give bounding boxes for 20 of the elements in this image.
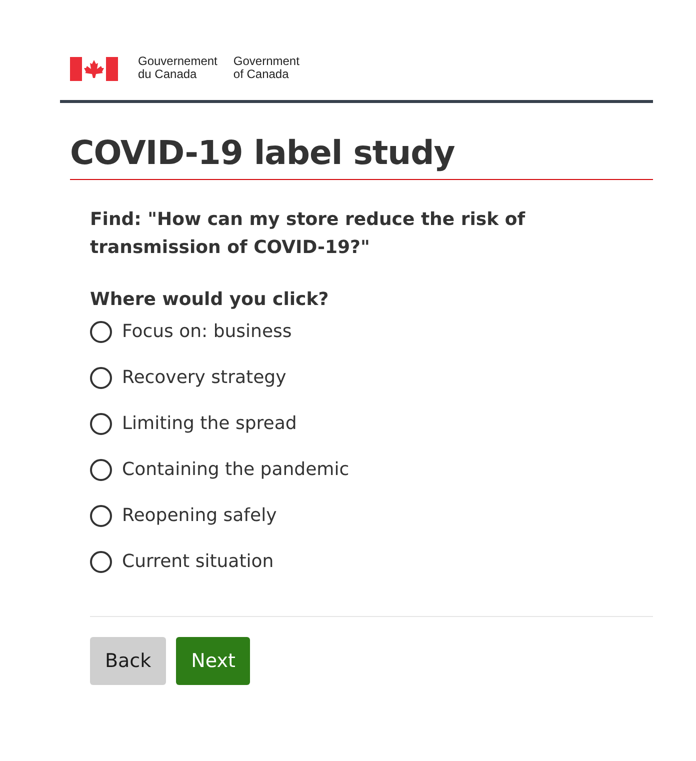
- radio-button[interactable]: [90, 367, 112, 389]
- radio-option[interactable]: Current situation: [90, 548, 653, 576]
- next-button[interactable]: Next: [176, 637, 250, 685]
- radio-button[interactable]: [90, 551, 112, 573]
- wordmark-english: Government of Canada: [233, 55, 300, 81]
- radio-option[interactable]: Limiting the spread: [90, 410, 653, 438]
- radio-option[interactable]: Focus on: business: [90, 318, 653, 346]
- question-text: Where would you click?: [90, 288, 330, 312]
- radio-button[interactable]: [90, 321, 112, 343]
- radio-button[interactable]: [90, 505, 112, 527]
- wordmark-french: Gouvernement du Canada: [138, 55, 218, 81]
- radio-option[interactable]: Containing the pandemic: [90, 456, 653, 484]
- radio-button[interactable]: [90, 413, 112, 435]
- radio-option[interactable]: Reopening safely: [90, 502, 653, 530]
- page-title: COVID-19 label study: [70, 133, 456, 173]
- back-button[interactable]: Back: [90, 637, 166, 685]
- radio-button[interactable]: [90, 459, 112, 481]
- flag-icon: [70, 57, 118, 81]
- radio-option[interactable]: Recovery strategy: [90, 364, 653, 392]
- task-text: Find: "How can my store reduce the risk of transmission of COVID-19?": [90, 208, 526, 260]
